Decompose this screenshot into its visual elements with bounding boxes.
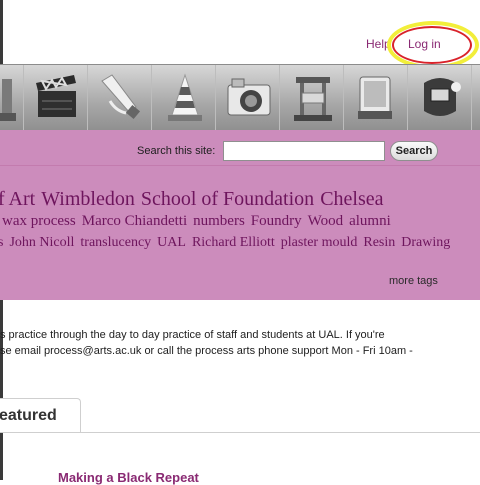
- tag-link[interactable]: Wood: [308, 213, 343, 229]
- tag-line: wax process Marco Chiandetti numbers Foundr…: [2, 213, 397, 230]
- tab-label: eatured: [0, 407, 57, 424]
- icon-banner: [0, 64, 480, 132]
- tag-link[interactable]: plaster mould: [281, 235, 358, 250]
- figurine-icon: [0, 79, 16, 121]
- tabs-divider: [0, 432, 480, 433]
- paint-tube-icon: [101, 74, 141, 120]
- description-line: se email process@arts.ac.uk or call the …: [0, 345, 413, 357]
- banner-tile[interactable]: [88, 65, 152, 131]
- tag-link[interactable]: Richard Elliott: [192, 235, 275, 250]
- tag-link[interactable]: UAL: [157, 235, 186, 250]
- banner-tile[interactable]: [344, 65, 408, 131]
- divider: [0, 165, 480, 166]
- tag-link[interactable]: Chelsea: [320, 188, 383, 210]
- tab-featured[interactable]: eatured: [0, 398, 81, 433]
- post-title-link[interactable]: Making a Black Repeat: [58, 470, 199, 485]
- tag-link[interactable]: translucency: [80, 235, 151, 250]
- tag-link[interactable]: numbers: [193, 213, 245, 229]
- clapperboard-icon: [36, 75, 76, 117]
- tag-link[interactable]: John Nicoll: [9, 235, 74, 250]
- banner-tile[interactable]: [408, 65, 472, 131]
- tag-link[interactable]: Foundry: [251, 213, 302, 229]
- banner-tile[interactable]: [0, 65, 24, 131]
- search-label: Search this site:: [137, 145, 216, 157]
- search-input[interactable]: [223, 141, 385, 161]
- tag-link[interactable]: Drawing: [401, 235, 450, 250]
- banner-tile[interactable]: [24, 65, 88, 131]
- tablet-device-icon: [358, 76, 392, 119]
- tag-link[interactable]: Resin: [363, 235, 395, 250]
- more-tags-link[interactable]: more tags: [389, 275, 438, 287]
- camera-icon: [227, 78, 271, 116]
- tag-link[interactable]: Wimbledon: [41, 188, 135, 210]
- description-line: s practice through the day to day practi…: [0, 329, 385, 341]
- tag-link[interactable]: alumni: [349, 213, 391, 229]
- search-button[interactable]: Search: [390, 141, 438, 161]
- tag-link[interactable]: Marco Chiandetti: [82, 213, 187, 229]
- tag-line: f Art Wimbledon School of Foundation Chelse…: [0, 188, 390, 211]
- tag-link[interactable]: f Art: [0, 188, 35, 210]
- welding-mask-icon: [424, 78, 461, 116]
- banner-tile[interactable]: [280, 65, 344, 131]
- tag-link[interactable]: wax process: [2, 213, 76, 229]
- banner-tile[interactable]: [152, 65, 216, 131]
- banner-tile[interactable]: [216, 65, 280, 131]
- traffic-cone-icon: [168, 73, 202, 121]
- tag-link[interactable]: School of Foundation: [141, 188, 314, 210]
- tag-link[interactable]: s: [0, 235, 3, 250]
- tag-line: s John Nicoll translucency UAL Richard Ellio…: [0, 235, 456, 251]
- press-machine-icon: [294, 77, 332, 121]
- banner-tile[interactable]: [472, 65, 480, 131]
- site-description: s practice through the day to day practi…: [0, 327, 480, 359]
- login-link[interactable]: Log in: [408, 37, 441, 51]
